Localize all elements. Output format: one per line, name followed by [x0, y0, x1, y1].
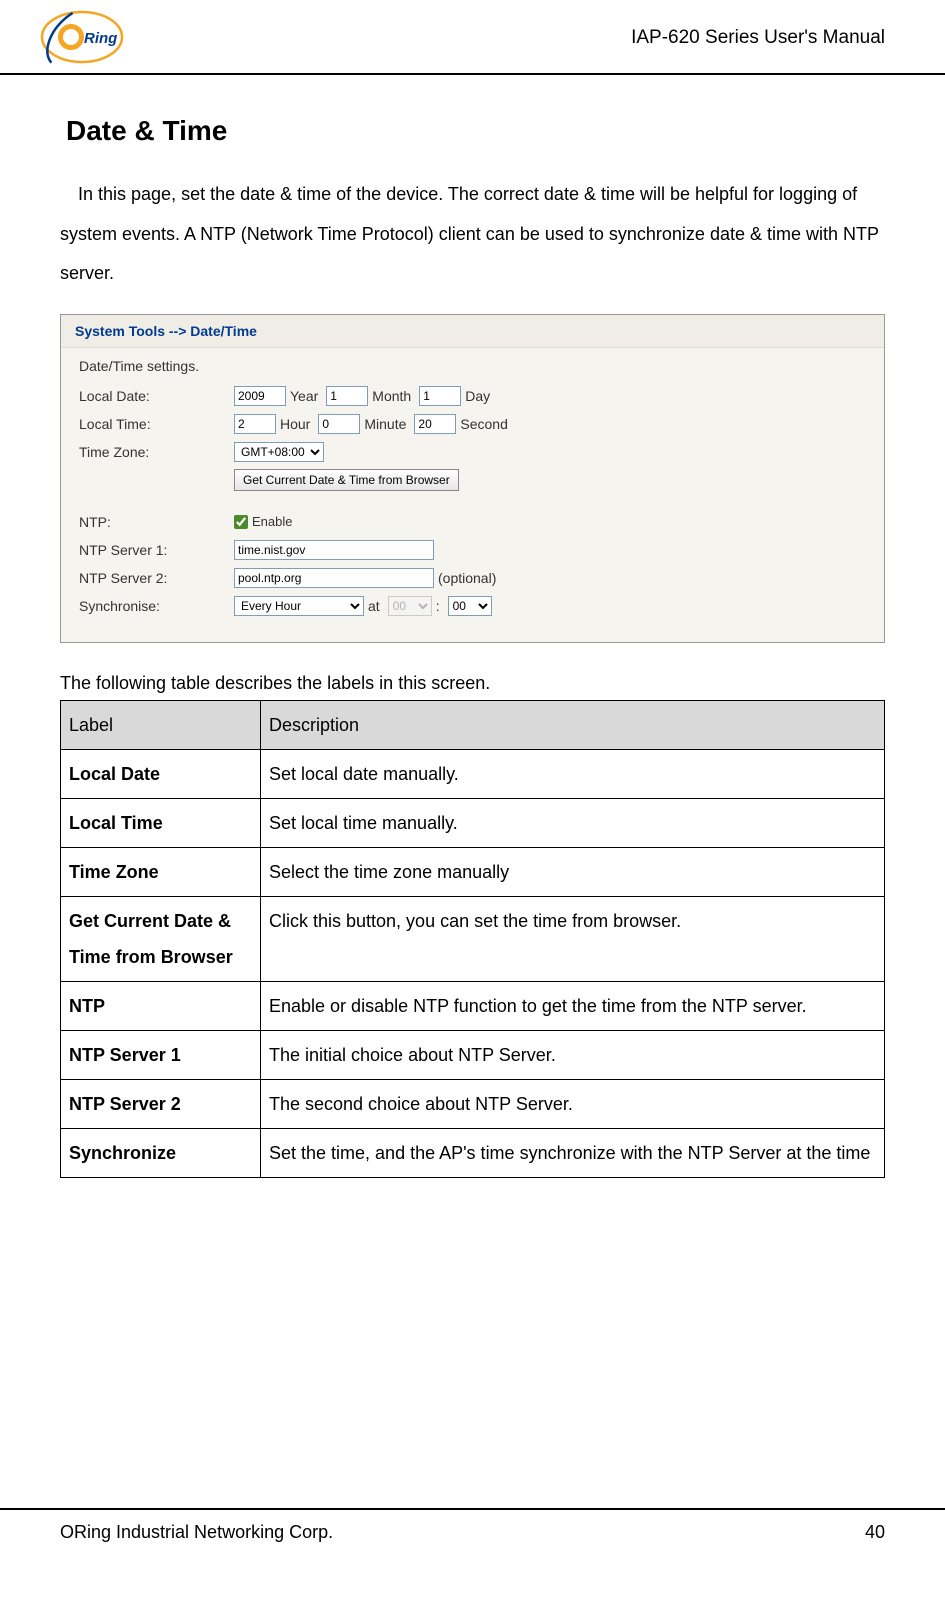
config-screenshot: System Tools --> Date/Time Date/Time set…: [60, 314, 885, 643]
ntp-server1-input[interactable]: [234, 540, 434, 560]
ntp-enable-label: Enable: [252, 514, 292, 529]
ntp-label: NTP:: [79, 514, 234, 530]
svg-text:Ring: Ring: [84, 30, 117, 47]
sync-hour-select: 00: [388, 596, 432, 616]
row-label: Synchronize: [61, 1128, 261, 1177]
month-input[interactable]: [326, 386, 368, 406]
row-desc: The second choice about NTP Server.: [261, 1079, 885, 1128]
row-desc: Click this button, you can set the time …: [261, 896, 885, 981]
row-desc: The initial choice about NTP Server.: [261, 1030, 885, 1079]
intro-paragraph: In this page, set the date & time of the…: [60, 175, 885, 294]
ntp-server1-label: NTP Server 1:: [79, 542, 234, 558]
minute-input[interactable]: [318, 414, 360, 434]
footer-company: ORing Industrial Networking Corp.: [60, 1522, 333, 1543]
second-label: Second: [460, 416, 507, 432]
table-row: Time ZoneSelect the time zone manually: [61, 847, 885, 896]
second-input[interactable]: [414, 414, 456, 434]
oring-logo: Ring: [40, 10, 125, 65]
ntp-server2-label: NTP Server 2:: [79, 570, 234, 586]
ntp-server2-input[interactable]: [234, 568, 434, 588]
ntp-enable-checkbox[interactable]: [234, 515, 248, 529]
sync-colon: :: [436, 598, 440, 614]
section-title: Date & Time: [66, 115, 885, 147]
hour-label: Hour: [280, 416, 310, 432]
row-desc: Set local time manually.: [261, 798, 885, 847]
row-label: NTP Server 2: [61, 1079, 261, 1128]
row-label: NTP Server 1: [61, 1030, 261, 1079]
table-row: Get Current Date & Time from BrowserClic…: [61, 896, 885, 981]
sync-minute-select[interactable]: 00: [448, 596, 492, 616]
local-date-label: Local Date:: [79, 388, 234, 404]
row-desc: Select the time zone manually: [261, 847, 885, 896]
footer-page-number: 40: [865, 1522, 885, 1543]
header-title: IAP-620 Series User's Manual: [631, 27, 885, 49]
row-label: Get Current Date & Time from Browser: [61, 896, 261, 981]
table-row: NTP Server 2The second choice about NTP …: [61, 1079, 885, 1128]
table-row: NTP Server 1The initial choice about NTP…: [61, 1030, 885, 1079]
page-header: Ring IAP-620 Series User's Manual: [0, 0, 945, 75]
row-label: NTP: [61, 981, 261, 1030]
day-label: Day: [465, 388, 490, 404]
minute-label: Minute: [364, 416, 406, 432]
synchronise-label: Synchronise:: [79, 598, 234, 614]
breadcrumb: System Tools --> Date/Time: [61, 315, 884, 348]
day-input[interactable]: [419, 386, 461, 406]
row-desc: Enable or disable NTP function to get th…: [261, 981, 885, 1030]
year-label: Year: [290, 388, 318, 404]
sync-at-label: at: [368, 598, 380, 614]
description-table: Label Description Local DateSet local da…: [60, 700, 885, 1178]
row-label: Local Date: [61, 749, 261, 798]
ntp-server2-optional: (optional): [438, 570, 496, 586]
row-label: Local Time: [61, 798, 261, 847]
th-description: Description: [261, 700, 885, 749]
table-row: NTPEnable or disable NTP function to get…: [61, 981, 885, 1030]
synchronise-select[interactable]: Every Hour: [234, 596, 364, 616]
timezone-label: Time Zone:: [79, 444, 234, 460]
get-browser-time-button[interactable]: Get Current Date & Time from Browser: [234, 469, 459, 491]
table-row: Local DateSet local date manually.: [61, 749, 885, 798]
month-label: Month: [372, 388, 411, 404]
row-desc: Set the time, and the AP's time synchron…: [261, 1128, 885, 1177]
row-label: Time Zone: [61, 847, 261, 896]
table-row: SynchronizeSet the time, and the AP's ti…: [61, 1128, 885, 1177]
intro-text: In this page, set the date & time of the…: [60, 184, 879, 283]
timezone-select[interactable]: GMT+08:00: [234, 442, 324, 462]
table-intro: The following table describes the labels…: [60, 673, 885, 694]
year-input[interactable]: [234, 386, 286, 406]
row-desc: Set local date manually.: [261, 749, 885, 798]
hour-input[interactable]: [234, 414, 276, 434]
table-row: Local TimeSet local time manually.: [61, 798, 885, 847]
local-time-label: Local Time:: [79, 416, 234, 432]
page-footer: ORing Industrial Networking Corp. 40: [0, 1508, 945, 1563]
th-label: Label: [61, 700, 261, 749]
settings-caption: Date/Time settings.: [61, 348, 884, 378]
